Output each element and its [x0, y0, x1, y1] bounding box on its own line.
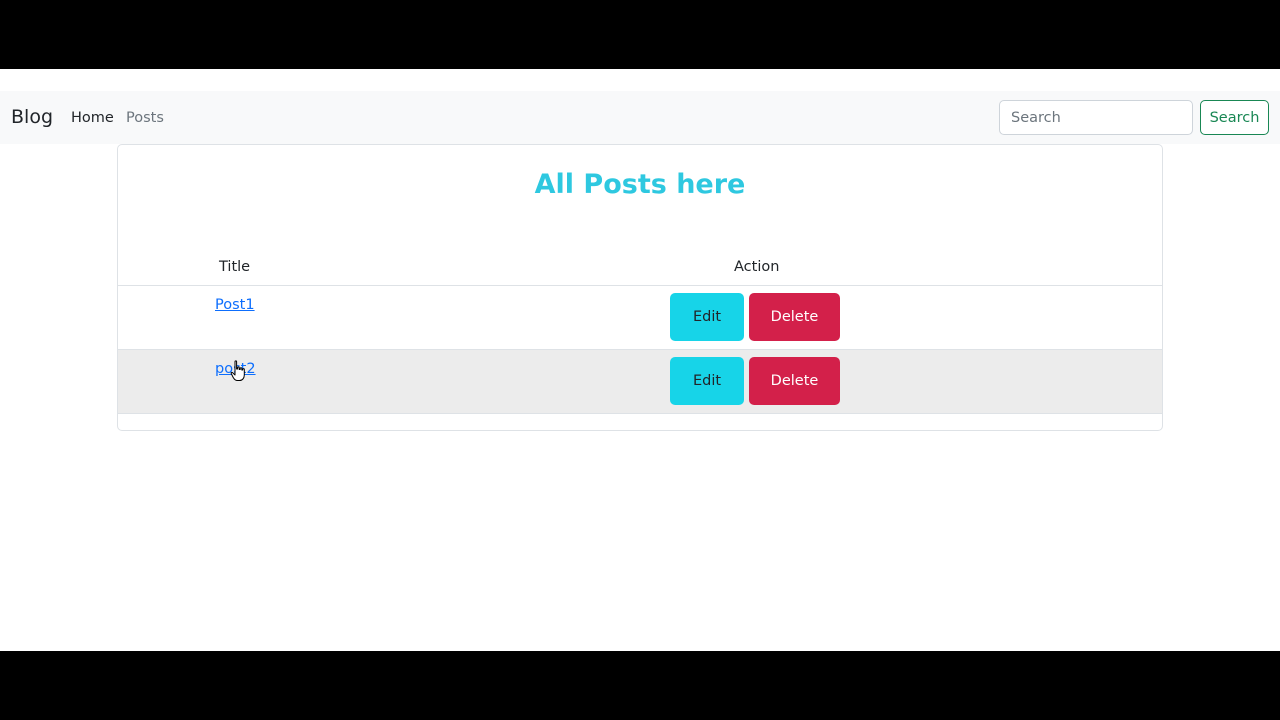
page-title: All Posts here [534, 169, 746, 200]
table-row: Post1 Edit Delete [118, 286, 1162, 350]
hand-pointer-icon [230, 360, 245, 381]
delete-button[interactable]: Delete [749, 293, 840, 341]
nav-link-home[interactable]: Home [71, 110, 114, 126]
column-header-action: Action [734, 259, 780, 275]
page: Blog Home Posts Search All Posts here Ti… [0, 69, 1280, 651]
video-letterbox-top [0, 0, 1280, 69]
brand-logo[interactable]: Blog [11, 106, 53, 128]
table-row: post2 Edit Delete [118, 350, 1162, 414]
video-letterbox-bottom [0, 651, 1280, 720]
nav-link-posts[interactable]: Posts [126, 110, 164, 126]
column-header-title: Title [219, 259, 251, 275]
edit-button[interactable]: Edit [670, 293, 744, 341]
post-title-link[interactable]: Post1 [215, 297, 255, 313]
search-input[interactable] [999, 100, 1193, 135]
posts-card: All Posts here Title Action Post1 Edit D… [117, 144, 1163, 431]
navbar: Blog Home Posts Search [0, 91, 1280, 144]
search-button[interactable]: Search [1200, 100, 1269, 135]
edit-button[interactable]: Edit [670, 357, 744, 405]
delete-button[interactable]: Delete [749, 357, 840, 405]
